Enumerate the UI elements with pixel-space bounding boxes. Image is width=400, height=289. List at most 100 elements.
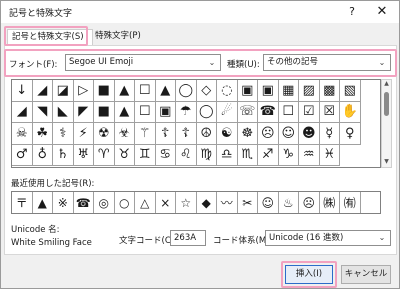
symbol-cell[interactable]: ↓	[12, 80, 33, 102]
symbol-cell[interactable]: ☐	[278, 101, 299, 123]
symbol-cell[interactable]: ☢	[94, 123, 115, 145]
symbol-cell[interactable]: ☮	[196, 123, 217, 145]
insert-button[interactable]: 挿入(I)	[285, 265, 333, 284]
font-select[interactable]: Segoe UI Emoji ⌄	[65, 54, 221, 71]
symbol-cell[interactable]: ♎	[217, 144, 238, 166]
symbol-cell[interactable]: ☸	[237, 123, 258, 145]
help-button[interactable]: ?	[339, 3, 365, 21]
symbol-cell[interactable]: ◪	[53, 80, 74, 102]
symbol-cell[interactable]: ♀	[340, 123, 361, 145]
recent-symbol-cell[interactable]: ☹	[299, 192, 320, 213]
recent-symbol-cell[interactable]: ○	[115, 192, 135, 213]
symbol-cell[interactable]: ◤	[73, 101, 94, 123]
close-button[interactable]: ✕	[369, 3, 395, 21]
symbol-cell[interactable]: ▧	[340, 80, 361, 102]
symbol-cell[interactable]: ☦	[176, 123, 197, 145]
symbol-cell[interactable]: ☒	[319, 101, 340, 123]
symbol-cell[interactable]: ▩	[319, 80, 340, 102]
recent-symbol-cell[interactable]: 〰	[217, 192, 238, 213]
recent-symbol-cell[interactable]: ▲	[33, 192, 53, 213]
symbol-cell[interactable]: ▣	[258, 80, 279, 102]
recent-symbol-cell[interactable]: ☺	[258, 192, 279, 213]
symbol-cell[interactable]: ♂	[12, 144, 33, 166]
symbol-cell[interactable]: ☎	[258, 101, 279, 123]
recent-symbol-cell[interactable]: ㈲	[340, 192, 361, 213]
symbol-cell[interactable]: ☹	[258, 123, 279, 145]
recent-symbol-cell[interactable]: ◆	[197, 192, 217, 213]
symbol-cell[interactable]: ◌	[217, 80, 238, 102]
scrollbar[interactable]: ▲ ▼	[381, 79, 392, 168]
symbol-cell[interactable]: ♈	[94, 144, 115, 166]
symbol-cell[interactable]: ♓	[319, 144, 340, 166]
tab-special-characters[interactable]: 特殊文字(P)	[91, 29, 155, 44]
symbol-grid[interactable]: ↓ ◢ ◪ ▷ ■ ▲ ☐ ▲ ◯ ◇ ◌ ▣ ▣ ▦ ▨ ▩ ▧ ◢ ◥ ◣ ◤ ■ ▲ ☐ ▣ ☂ ◯ ☄ ☏ ☎ ☐ ☑ ☒ ✋ ☠ ☘ ⚕ ⚡ ☢ ☣…	[11, 79, 381, 168]
symbol-cell[interactable]: ♄	[53, 144, 74, 166]
symbol-cell[interactable]: ⚚	[135, 123, 156, 145]
symbol-cell[interactable]: ☑	[299, 101, 320, 123]
symbol-cell[interactable]: ◥	[32, 101, 53, 123]
symbol-cell[interactable]: ☦	[155, 123, 176, 145]
symbol-cell[interactable]: ▷	[73, 80, 94, 102]
symbol-cell[interactable]: ♐	[258, 144, 279, 166]
recent-symbol-cell[interactable]: ※	[53, 192, 74, 213]
symbol-cell[interactable]: ▲	[114, 101, 135, 123]
symbol-cell[interactable]: ♉	[114, 144, 135, 166]
cancel-button[interactable]: キャンセル	[341, 265, 391, 284]
symbol-cell[interactable]: ▲	[155, 80, 176, 102]
subset-select[interactable]: その他の記号 ⌄	[263, 54, 391, 71]
symbol-cell[interactable]: ▣	[155, 101, 176, 123]
scroll-up-icon[interactable]: ▲	[382, 80, 391, 89]
symbol-cell[interactable]: ☄	[217, 101, 238, 123]
symbol-cell[interactable]: ▨	[299, 80, 320, 102]
symbol-cell[interactable]: ♊	[135, 144, 156, 166]
symbol-cell[interactable]: ☯	[217, 123, 238, 145]
scroll-thumb[interactable]	[384, 92, 389, 116]
symbol-cell[interactable]: ◢	[12, 101, 33, 123]
symbol-cell[interactable]: ◯	[196, 101, 217, 123]
symbol-cell[interactable]: ♌	[176, 144, 197, 166]
symbol-cell[interactable]: ■	[94, 101, 115, 123]
recent-symbol-cell[interactable]: ☆	[176, 192, 197, 213]
recent-symbol-cell[interactable]: △	[135, 192, 156, 213]
recent-symbol-cell[interactable]: ×	[156, 192, 176, 213]
symbol-cell[interactable]: ☠	[12, 123, 33, 145]
code-system-select[interactable]: Unicode (16 進数) ⌄	[265, 230, 391, 246]
recent-symbol-cell[interactable]: ♨	[279, 192, 299, 213]
symbol-cell[interactable]: ☐	[135, 101, 156, 123]
symbol-cell[interactable]: ♅	[73, 144, 94, 166]
symbol-cell[interactable]: ▣	[237, 80, 258, 102]
symbol-cell[interactable]: ♋	[155, 144, 176, 166]
recent-symbol-cell[interactable]: ☎	[74, 192, 94, 213]
symbol-cell[interactable]: ◯	[176, 80, 197, 102]
symbol-cell[interactable]: ♏	[237, 144, 258, 166]
recent-symbol-cell[interactable]: ㈱	[320, 192, 340, 213]
symbol-cell[interactable]: ☐	[135, 80, 156, 102]
symbol-cell[interactable]: ☿	[319, 123, 340, 145]
symbol-cell[interactable]: ◣	[53, 101, 74, 123]
symbol-cell[interactable]: ✋	[340, 101, 361, 123]
symbol-cell[interactable]: ■	[94, 80, 115, 102]
symbol-cell[interactable]: ◇	[196, 80, 217, 102]
recent-symbols-grid[interactable]: 〒 ▲ ※ ☎ ◎ ○ △ × ☆ ◆ 〰 ✂ ☺ ♨ ☹ ㈱㈲	[11, 191, 381, 214]
symbol-cell[interactable]: ⚕	[53, 123, 74, 145]
tab-symbols[interactable]: 記号と特殊文字(S)	[7, 29, 93, 45]
recent-symbol-cell[interactable]: ✂	[238, 192, 258, 213]
symbol-cell[interactable]: ☣	[114, 123, 135, 145]
symbol-cell[interactable]: ♒	[299, 144, 320, 166]
symbol-cell[interactable]: ▲	[114, 80, 135, 102]
symbol-cell[interactable]: ♑	[278, 144, 299, 166]
symbol-cell[interactable]: ♍	[196, 144, 217, 166]
symbol-cell[interactable]: ☘	[32, 123, 53, 145]
scroll-down-icon[interactable]: ▼	[382, 158, 391, 167]
symbol-cell[interactable]: ☺	[278, 123, 299, 145]
symbol-cell[interactable]: ◢	[32, 80, 53, 102]
char-code-input[interactable]: 263A	[170, 230, 206, 246]
symbol-cell[interactable]: ▦	[278, 80, 299, 102]
symbol-cell[interactable]: ♁	[32, 144, 53, 166]
recent-symbol-cell[interactable]: 〒	[12, 192, 33, 213]
recent-symbol-cell[interactable]: ◎	[94, 192, 115, 213]
symbol-cell[interactable]: ⚡	[73, 123, 94, 145]
symbol-cell[interactable]: ☻	[299, 123, 320, 145]
symbol-cell[interactable]: ☂	[176, 101, 197, 123]
symbol-cell[interactable]: ☏	[237, 101, 258, 123]
